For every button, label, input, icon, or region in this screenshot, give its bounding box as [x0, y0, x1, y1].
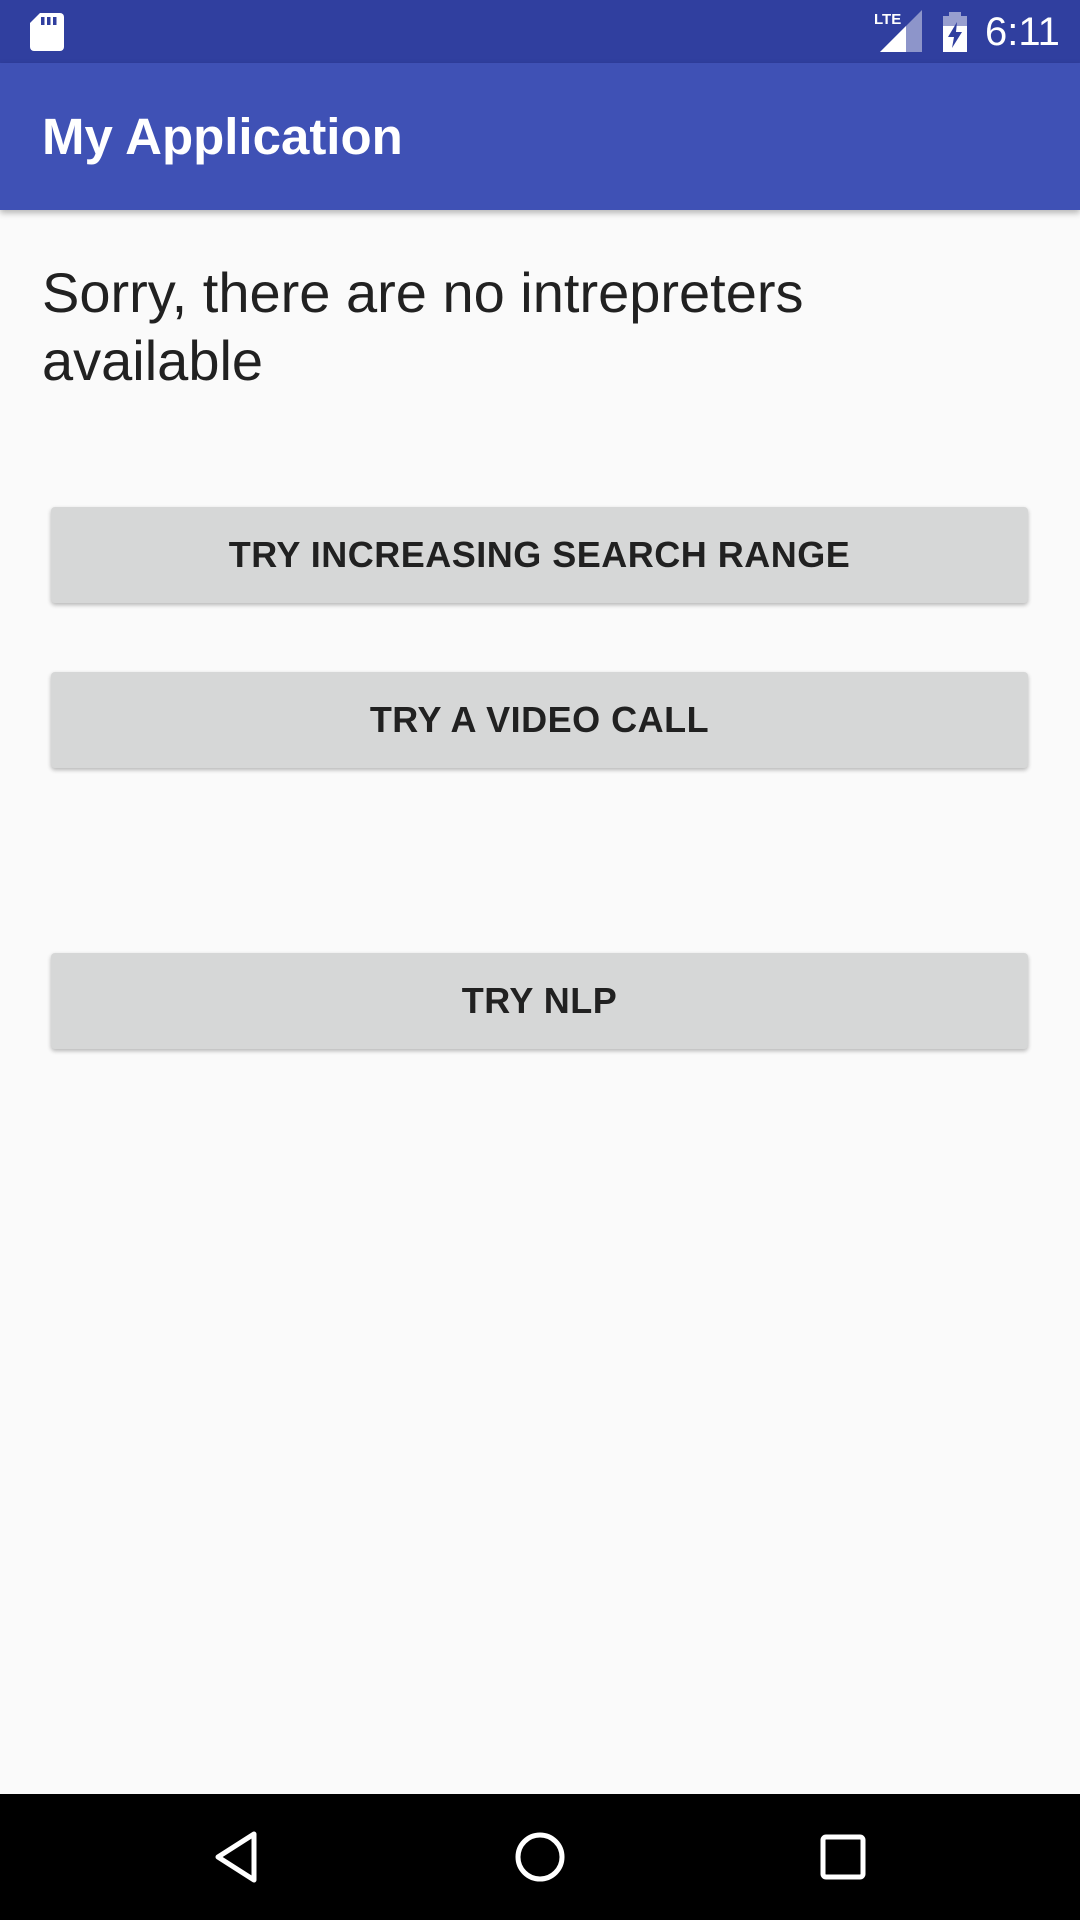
back-icon[interactable]	[204, 1824, 270, 1890]
video-call-button[interactable]: TRY A VIDEO CALL	[51, 672, 1028, 768]
status-clock: 6:11	[985, 10, 1060, 54]
lte-signal-icon: LTE	[874, 10, 922, 52]
no-interpreters-message: Sorry, there are no intrepreters availab…	[42, 261, 804, 392]
recents-icon[interactable]	[810, 1824, 876, 1890]
home-icon[interactable]	[507, 1824, 573, 1890]
sd-card-icon	[30, 13, 64, 51]
battery-charging-icon	[943, 12, 967, 52]
increase-search-range-button[interactable]: TRY INCREASING SEARCH RANGE	[51, 507, 1028, 603]
screen: LTE 6:11 My Application Sorry, there are…	[0, 0, 1080, 1920]
lte-label: LTE	[874, 11, 901, 28]
app-bar: My Application	[0, 63, 1080, 210]
navigation-bar	[0, 1794, 1080, 1920]
status-bar: LTE 6:11	[0, 0, 1080, 63]
app-title: My Application	[42, 108, 403, 165]
nlp-button[interactable]: TRY NLP	[51, 953, 1028, 1049]
